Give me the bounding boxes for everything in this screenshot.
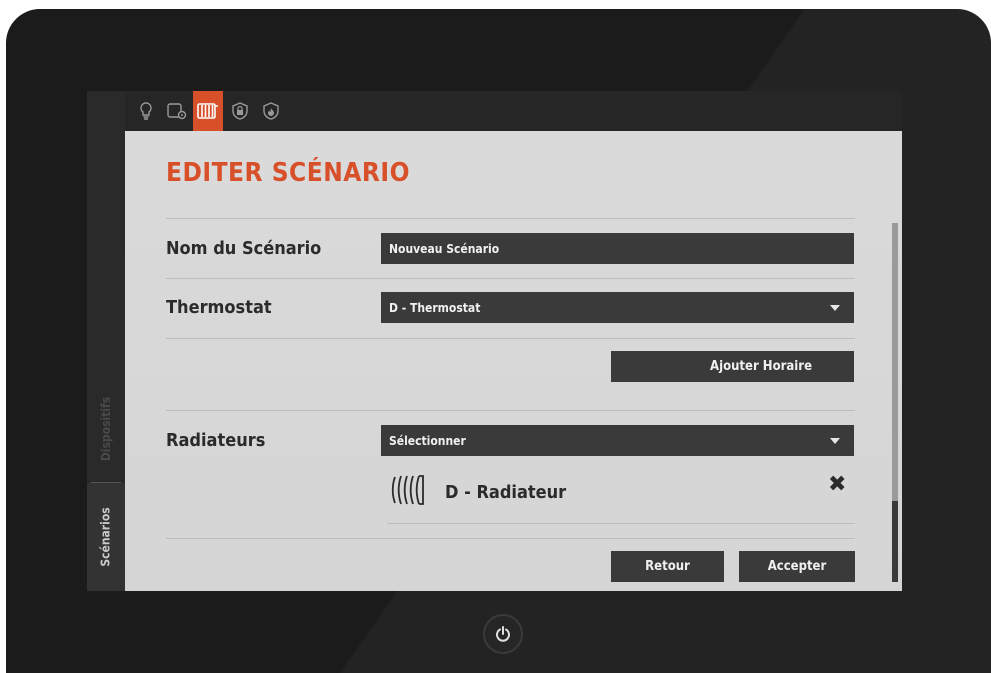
security-icon[interactable]: [225, 95, 255, 127]
screen: Dispositifs Scénarios EDITER SCÉNARIO No…: [87, 91, 902, 591]
scenario-name-input[interactable]: Nouveau Scénario: [381, 233, 854, 264]
divider: [166, 338, 855, 339]
add-schedule-button[interactable]: Ajouter Horaire: [611, 351, 854, 382]
thermostat-select[interactable]: D - Thermostat: [381, 292, 854, 323]
chevron-down-icon: [830, 438, 840, 444]
tab-dispositifs[interactable]: Dispositifs: [87, 376, 125, 481]
edit-scenario-panel: EDITER SCÉNARIO Nom du Scénario Nouveau …: [125, 131, 902, 591]
thermostat-label: Thermostat: [166, 297, 272, 318]
accept-button[interactable]: Accepter: [739, 551, 855, 582]
fire-icon[interactable]: [256, 95, 286, 127]
radiators-select[interactable]: Sélectionner: [381, 425, 854, 456]
remove-radiator-close-icon[interactable]: ✖: [828, 474, 846, 496]
power-icon: [496, 626, 510, 642]
radiator-icon[interactable]: [193, 91, 223, 131]
divider: [166, 218, 855, 219]
chevron-down-icon: [830, 305, 840, 311]
thermostat-select-value: D - Thermostat: [389, 300, 481, 315]
divider: [166, 538, 855, 539]
category-iconbar: [125, 91, 902, 131]
scenario-name-label: Nom du Scénario: [166, 238, 322, 259]
tablet-frame: Dispositifs Scénarios EDITER SCÉNARIO No…: [6, 9, 991, 673]
tab-scenarios-label: Scénarios: [99, 507, 113, 567]
radiators-select-value: Sélectionner: [389, 433, 466, 448]
radiator-item-icon: [390, 473, 428, 511]
power-button[interactable]: [483, 614, 523, 654]
tab-scenarios[interactable]: Scénarios: [87, 483, 125, 591]
divider: [166, 278, 855, 279]
tab-dispositifs-label: Dispositifs: [99, 396, 113, 461]
radiator-list-item: D - Radiateur: [445, 482, 567, 503]
page-title: EDITER SCÉNARIO: [166, 158, 410, 188]
sidebar: Dispositifs Scénarios: [87, 91, 125, 591]
divider: [166, 410, 855, 411]
device-settings-icon[interactable]: [162, 95, 192, 127]
lightbulb-icon[interactable]: [131, 95, 161, 127]
scrollbar-thumb[interactable]: [892, 501, 898, 582]
radiators-label: Radiateurs: [166, 430, 266, 451]
back-button[interactable]: Retour: [611, 551, 724, 582]
divider: [387, 523, 855, 524]
